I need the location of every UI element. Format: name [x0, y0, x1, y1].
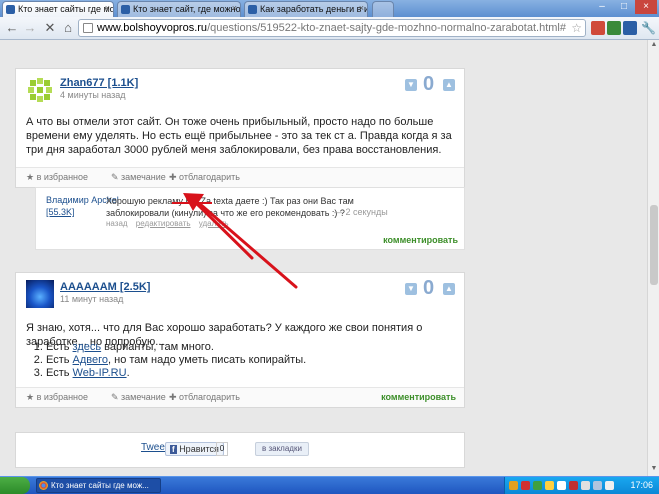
remark-button[interactable]: ✎ замечание [111, 172, 166, 183]
link-advego[interactable]: Адвего [73, 354, 108, 366]
comment-edit-link[interactable]: редактировать [136, 219, 191, 228]
remark-button[interactable]: ✎ замечание [111, 392, 166, 403]
answer-card: AAAAAAM [2.5K] 11 минут назад ▼ 0 ▲ Я зн… [15, 272, 465, 408]
comment-time: — 2 секунды [334, 207, 388, 217]
tray-icon[interactable] [605, 481, 614, 490]
site-favicon-icon [6, 5, 15, 14]
scroll-up-icon[interactable]: ▲ [649, 41, 659, 51]
vertical-scrollbar[interactable]: ▲ ▼ [647, 40, 659, 476]
tray-icon[interactable] [557, 481, 566, 490]
comment-author-rating[interactable]: [55.3K] [46, 207, 75, 217]
forward-arrow-icon[interactable]: → [22, 20, 38, 36]
taskbar-chrome-window[interactable]: Кто знает сайты где мож... [36, 478, 161, 493]
tweet-button[interactable]: Tweet [141, 442, 168, 453]
site-favicon-icon [248, 5, 257, 14]
comment-back-link[interactable]: назад [106, 219, 128, 228]
back-arrow-icon[interactable]: ← [4, 20, 20, 36]
comment-actions: назад редактировать удалить [106, 219, 235, 228]
favorite-button[interactable]: ★ в избранное [26, 392, 88, 403]
thank-button[interactable]: ✚ отблагодарить [169, 392, 240, 403]
tray-icon[interactable] [521, 481, 530, 490]
tab-kak-zarabotat[interactable]: Как заработать деньги в и × [244, 1, 368, 17]
answer-list: Есть здесь варианты, там много. Есть Адв… [26, 341, 306, 380]
answer-actions: ★ в избранное ✎ замечание ✚ отблагодарит… [16, 387, 464, 407]
windows-taskbar: Кто знает сайты где мож... 17:06 [0, 476, 659, 494]
list-item: Есть Адвего, но там надо уметь писать ко… [46, 354, 306, 367]
add-comment-link[interactable]: комментировать [381, 392, 456, 402]
list-item: Есть здесь варианты, там много. [46, 341, 306, 354]
browser-toolbar: ← → ✕ ⌂ www.bolshoyvopros.ru/questions/5… [0, 17, 659, 40]
favorite-button[interactable]: ★ в избранное [26, 172, 88, 183]
vote-up-icon[interactable]: ▲ [443, 79, 455, 91]
answer-text: А что вы отмели этот сайт. Он тоже очень… [26, 116, 452, 156]
thank-button[interactable]: ✚ отблагодарить [169, 172, 240, 183]
network-icon[interactable] [593, 481, 602, 490]
comment-delete-link[interactable]: удалить [199, 219, 229, 228]
link-zdes[interactable]: здесь [73, 341, 102, 353]
maximize-icon[interactable]: □ [613, 0, 635, 14]
extension-icon[interactable] [607, 21, 621, 35]
vote-up-icon[interactable]: ▲ [443, 283, 455, 295]
tab-close-icon[interactable]: × [105, 3, 110, 13]
comment-block: Владимир Apchel [55.3K] Хорошую рекламу … [35, 187, 465, 250]
chrome-icon [39, 481, 48, 490]
extension-icon[interactable] [623, 21, 637, 35]
bookmark-button[interactable]: в закладки [255, 442, 309, 456]
tab-kto-znaet-sayt[interactable]: Кто знает сайт, где можно × [117, 1, 241, 17]
answer-card: Zhan677 [1.1K] 4 минуты назад ▼ 0 ▲ А чт… [15, 68, 465, 188]
user-avatar[interactable] [26, 76, 54, 104]
browser-tab-strip: Кто знает сайты где можно × Кто знает са… [0, 0, 659, 17]
address-bar[interactable]: www.bolshoyvopros.ru/questions/519522-kt… [78, 19, 586, 37]
share-bar: Tweet f Нравится 0 в закладки [15, 432, 465, 468]
system-tray: 17:06 [504, 477, 659, 494]
facebook-icon: f [170, 445, 177, 454]
extension-icon[interactable] [591, 21, 605, 35]
tray-icon[interactable] [545, 481, 554, 490]
home-icon[interactable]: ⌂ [60, 20, 76, 36]
tab-close-icon[interactable]: × [359, 3, 364, 13]
speaker-icon[interactable] [581, 481, 590, 490]
tab-kto-znaet-sayty[interactable]: Кто знает сайты где можно × [2, 1, 114, 17]
tray-icon[interactable] [533, 481, 542, 490]
answer-score: 0 [423, 73, 435, 95]
list-item: Есть Web-IP.RU. [46, 367, 306, 380]
vote-down-icon[interactable]: ▼ [405, 283, 417, 295]
answer-time: 4 минуты назад [60, 90, 126, 100]
facebook-like-count: 0 [216, 442, 228, 456]
window-close-icon[interactable]: × [635, 0, 657, 14]
tab-close-icon[interactable]: × [232, 3, 237, 13]
vote-down-icon[interactable]: ▼ [405, 79, 417, 91]
minimize-icon[interactable]: – [591, 0, 613, 14]
answer-author-link[interactable]: Zhan677 [1.1K] [60, 77, 138, 89]
link-web-ip[interactable]: Web-IP.RU [73, 367, 127, 379]
user-avatar[interactable] [26, 280, 54, 308]
answer-actions: ★ в избранное ✎ замечание ✚ отблагодарит… [16, 167, 464, 187]
page-content: Zhan677 [1.1K] 4 минуты назад ▼ 0 ▲ А чт… [0, 40, 647, 476]
scroll-down-icon[interactable]: ▼ [649, 465, 659, 475]
bookmark-star-icon[interactable]: ☆ [571, 20, 582, 36]
answer-author-link[interactable]: AAAAAAM [2.5K] [60, 281, 150, 293]
stop-icon[interactable]: ✕ [42, 20, 58, 36]
wrench-menu-icon[interactable]: 🔧 [641, 21, 656, 35]
tray-icon[interactable] [509, 481, 518, 490]
new-tab-button[interactable] [372, 1, 394, 17]
page-icon [83, 23, 93, 33]
start-button[interactable] [0, 477, 30, 494]
answer-time: 11 минут назад [60, 294, 124, 304]
taskbar-clock[interactable]: 17:06 [630, 480, 653, 490]
site-favicon-icon [121, 5, 130, 14]
tray-icon[interactable] [569, 481, 578, 490]
scroll-thumb[interactable] [650, 205, 658, 285]
add-comment-link[interactable]: комментировать [383, 235, 458, 245]
answer-score: 0 [423, 277, 435, 299]
